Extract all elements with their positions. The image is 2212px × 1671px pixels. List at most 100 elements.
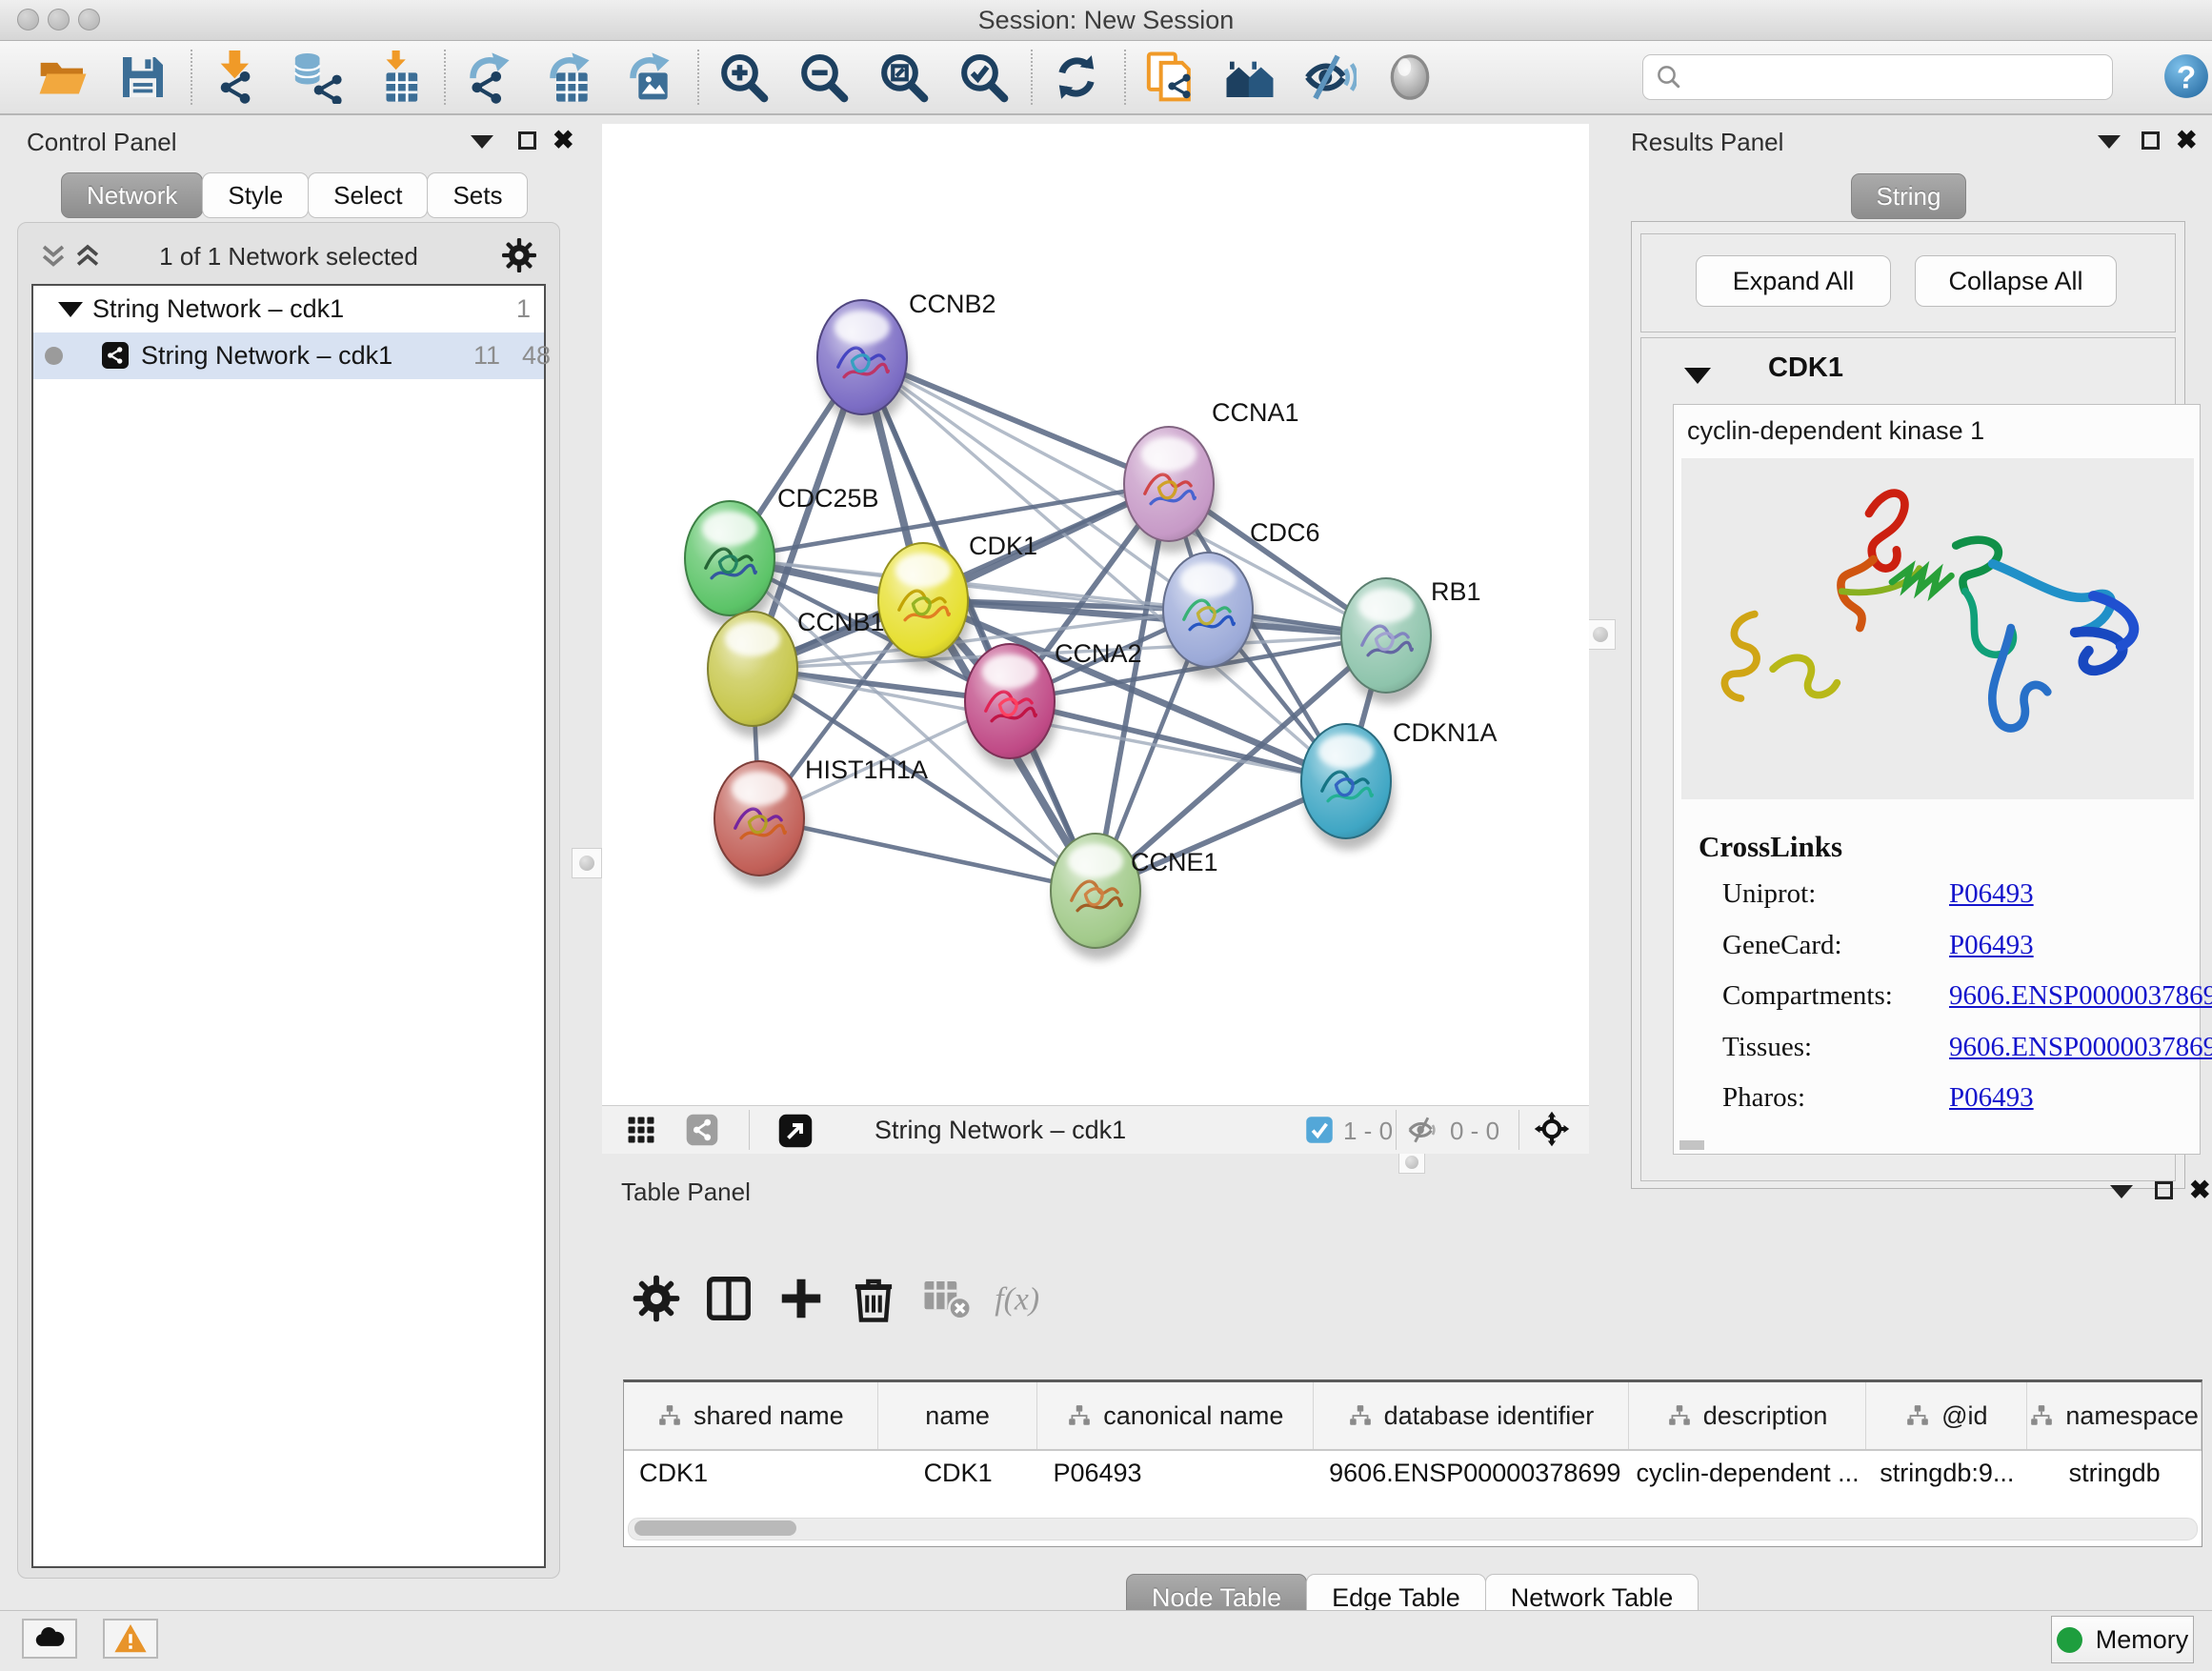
birdseye-button[interactable] [1383,50,1437,104]
save-session-button[interactable] [116,50,170,104]
toolbar-separator [191,50,192,105]
open-file-button[interactable] [36,50,90,104]
delete-column-icon[interactable] [848,1273,901,1326]
selected-checkbox-icon[interactable] [1305,1116,1334,1149]
crosslink-link[interactable]: 9606.ENSP00000378699 [1949,1032,2212,1062]
network-node-cdkn1a[interactable] [1301,724,1394,850]
network-node-ccna2[interactable] [965,644,1057,770]
expander-icon[interactable] [58,302,83,317]
network-edge[interactable] [759,818,1096,891]
tab-string[interactable]: String [1851,173,1967,219]
toolbar-separator [1031,50,1033,105]
table-row[interactable]: CDK1CDK1P064939606.ENSP00000378699cyclin… [624,1451,2202,1497]
zoom-out-button[interactable] [796,50,850,104]
column-header-database-identifier[interactable]: database identifier [1314,1382,1629,1449]
network-node-hist1h1a[interactable] [714,761,807,887]
cloud-status-button[interactable] [22,1619,77,1659]
tab-sets[interactable]: Sets [427,172,528,218]
window-title: Session: New Session [0,6,2212,35]
panel-float-icon[interactable] [2142,131,2160,150]
detach-view-icon[interactable] [778,1114,813,1153]
network-node-ccna1[interactable] [1124,427,1217,553]
panel-close-icon[interactable]: ✖ [2189,1176,2211,1205]
network-node-ccnb1[interactable] [708,612,800,737]
clone-network-button[interactable] [1143,50,1196,104]
tab-select[interactable]: Select [308,172,428,218]
hide-graphics-button[interactable] [1303,50,1357,104]
apply-layout-button[interactable] [1050,50,1103,104]
panel-float-icon[interactable] [518,131,536,150]
birdseye-navigator-icon[interactable] [1534,1111,1570,1152]
crosslink-link[interactable]: 9606.ENSP00000378699 [1949,980,2212,1011]
network-node-ccne1[interactable] [1051,834,1143,959]
expand-all-button[interactable]: Expand All [1696,255,1891,307]
column-header-canonical-name[interactable]: canonical name [1037,1382,1314,1449]
crosslink-link[interactable]: P06493 [1949,1082,2034,1113]
string-network-icon[interactable] [686,1114,718,1151]
node-label: CDKN1A [1393,718,1498,747]
network-node-cdc6[interactable] [1163,553,1256,678]
gear-icon[interactable] [500,236,538,274]
grid-view-icon[interactable] [625,1114,657,1151]
column-header-shared-name[interactable]: shared name [624,1382,878,1449]
home-button[interactable] [1223,50,1277,104]
help-button[interactable]: ? [2162,52,2210,100]
network-row[interactable]: String Network – cdk11148 [33,332,544,379]
bottom-splitter-handle[interactable] [1398,1151,1425,1174]
node-label: CDC25B [777,484,879,513]
column-header-description[interactable]: description [1629,1382,1867,1449]
column-header-name[interactable]: name [878,1382,1038,1449]
split-columns-icon[interactable] [703,1273,756,1326]
control-panel-tabs: NetworkStyleSelectSets [61,172,527,218]
import-network-button[interactable] [210,50,263,104]
network-canvas[interactable]: CCNB2CCNA1CDC25BCDK1CDC6RB1CCNB1CCNA2CDK… [602,124,1589,1105]
table-cell: CDK1 [624,1451,878,1497]
toolbar-separator [697,50,699,105]
panel-menu-icon[interactable] [2098,135,2121,149]
export-network-button[interactable] [463,50,516,104]
import-table-button[interactable] [370,50,423,104]
export-image-button[interactable] [623,50,676,104]
protein-structure-image [1681,458,2194,799]
table-cell: stringdb [2027,1451,2202,1497]
export-table-button[interactable] [543,50,596,104]
tab-network[interactable]: Network [61,172,203,218]
table-hscrollbar[interactable] [628,1518,2198,1540]
network-collection-row[interactable]: String Network – cdk11 [33,286,544,332]
zoom-in-button[interactable] [716,50,770,104]
panel-menu-icon[interactable] [2110,1185,2133,1198]
panel-float-icon[interactable] [2155,1181,2173,1199]
crosslink-link[interactable]: P06493 [1949,878,2034,909]
tab-style[interactable]: Style [202,172,309,218]
import-database-button[interactable] [290,50,343,104]
add-column-icon[interactable] [775,1273,829,1326]
zoom-fit-button[interactable] [876,50,930,104]
entry-expander-icon[interactable] [1684,368,1711,384]
table-cell: CDK1 [878,1451,1038,1497]
column-header--id[interactable]: @id [1866,1382,2027,1449]
left-splitter-handle[interactable] [572,848,602,878]
search-field[interactable] [1691,63,2112,92]
results-panel-title: Results Panel [1631,128,1783,157]
table-panel: Table Panel ✖ f(x) shared namenamecanoni… [602,1174,2212,1610]
crosslink-label: Pharos: [1722,1082,1805,1113]
panel-close-icon[interactable]: ✖ [553,126,574,155]
entry-card: cyclin-dependent kinase 1 CrossLinks Uni… [1673,404,2201,1155]
status-dot-icon [45,347,63,365]
panel-menu-icon[interactable] [471,135,493,149]
panel-close-icon[interactable]: ✖ [2176,126,2198,155]
crosslink-label: Tissues: [1722,1032,1812,1062]
hidden-eye-icon[interactable] [1407,1114,1439,1151]
network-node-rb1[interactable] [1341,578,1434,704]
table-cell: P06493 [1037,1451,1314,1497]
crosslink-link[interactable]: P06493 [1949,930,2034,960]
zoom-selected-button[interactable] [956,50,1010,104]
card-scrollbar[interactable] [1679,1140,1704,1150]
table-gear-icon[interactable] [631,1273,684,1326]
warning-status-button[interactable] [103,1619,158,1659]
memory-button[interactable]: Memory [2051,1616,2194,1663]
collapse-all-button[interactable]: Collapse All [1915,255,2117,307]
column-header-namespace[interactable]: namespace [2027,1382,2202,1449]
network-node-cdc25b[interactable] [685,501,777,627]
search-input[interactable] [1642,54,2113,100]
